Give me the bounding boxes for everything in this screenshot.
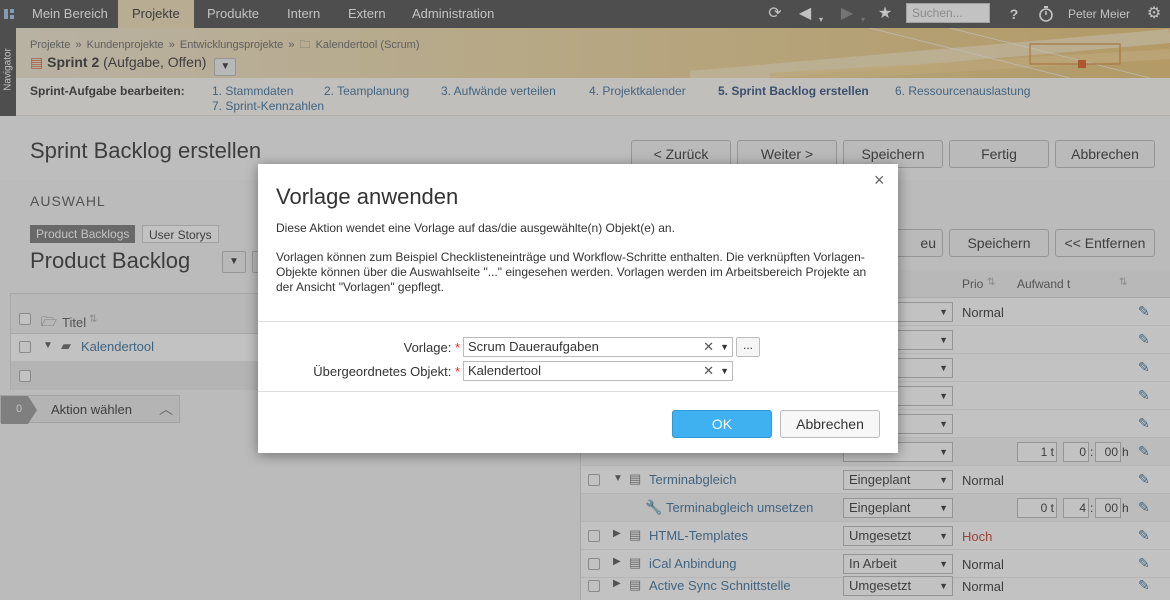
parent-object-label: Übergeordnetes Objekt: * [313,364,460,379]
modal-backdrop-top [0,0,1170,116]
dialog-description: Diese Aktion wendet eine Vorlage auf das… [276,221,675,235]
vorlage-label: Vorlage: * [403,340,460,355]
chevron-down-icon[interactable]: ▼ [720,338,729,356]
divider [258,321,898,322]
browse-templates-button[interactable]: ... [736,337,760,357]
ok-button[interactable]: OK [672,410,772,438]
chevron-down-icon[interactable]: ▼ [720,362,729,380]
dialog-help-text: Vorlagen können zum Beispiel Checklisten… [276,250,867,294]
close-icon[interactable]: × [874,170,885,191]
clear-icon[interactable]: ✕ [703,362,714,380]
vorlage-select[interactable]: Scrum Daueraufgaben ✕ ▼ [463,337,733,357]
parent-object-select[interactable]: Kalendertool ✕ ▼ [463,361,733,381]
apply-template-dialog: Vorlage anwenden × Diese Aktion wendet e… [258,164,898,453]
divider [258,391,898,392]
clear-icon[interactable]: ✕ [703,338,714,356]
dialog-cancel-button[interactable]: Abbrechen [780,410,880,438]
dialog-title: Vorlage anwenden [276,184,459,209]
